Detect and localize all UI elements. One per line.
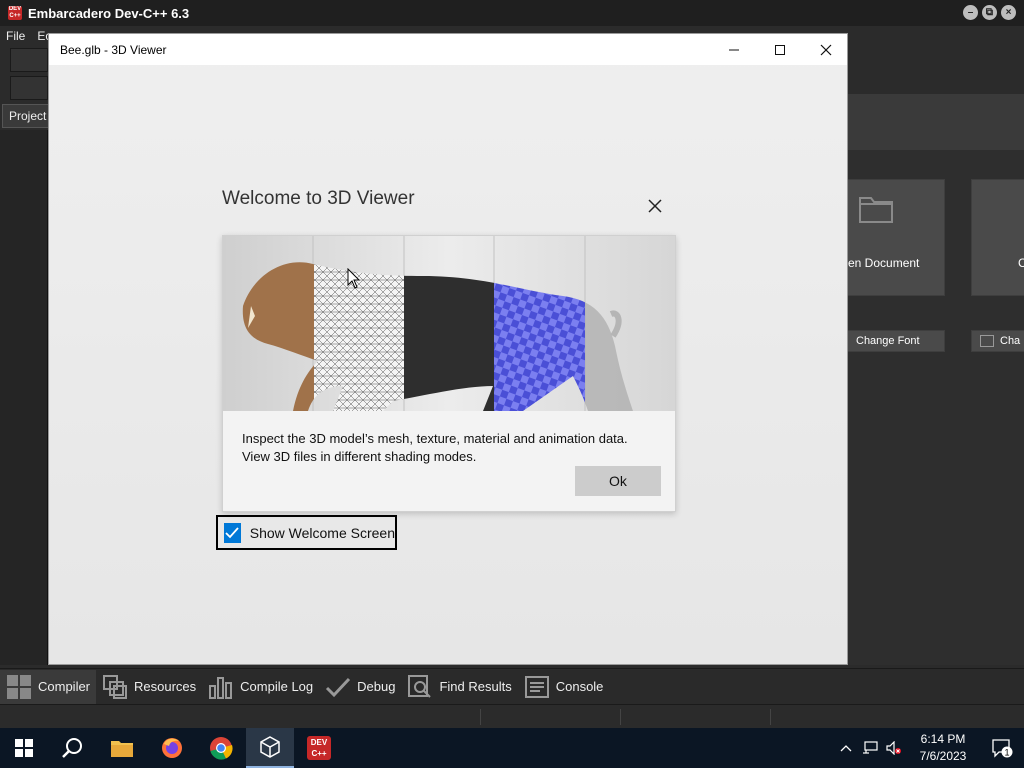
devcpp-icon: DEV C++ [307,736,331,760]
change-font-button[interactable]: Change Font [848,330,945,352]
system-tray: 6:14 PM 7/6/2023 1 [834,728,1024,768]
welcome-page-header [848,94,1024,150]
welcome-close-button[interactable] [644,195,666,217]
viewer-titlebar: Bee.glb - 3D Viewer [49,34,847,65]
find-results-icon [408,674,432,698]
tab-debug[interactable]: Debug [319,670,401,704]
tab-project[interactable]: Project [2,104,50,128]
hero-image [223,236,675,411]
devcpp-titlebar: DEV C++ Embarcadero Dev-C++ 6.3 – ⧉ × [0,0,1024,26]
taskbar-devcpp[interactable]: DEV C++ [295,728,343,768]
menu-file[interactable]: File [0,29,31,43]
devcpp-restore-button[interactable]: ⧉ [982,5,997,20]
taskbar-file-explorer[interactable] [98,728,146,768]
3d-viewer-icon [260,736,280,758]
tab-debug-label: Debug [357,679,396,694]
maximize-icon [775,44,785,55]
second-card-label: C [1018,256,1024,270]
taskbar: DEV C++ 6:14 PM 7/6/2023 1 [0,728,1024,768]
start-button[interactable] [0,728,48,768]
bottom-tabs: Compiler Resources Compile Log Debug Fin… [0,668,1024,704]
console-icon [524,675,549,698]
viewer-minimize-button[interactable] [711,34,757,65]
change-font-label: Change Font [856,335,920,347]
volume-button[interactable] [882,728,906,768]
tab-resources-label: Resources [134,679,197,694]
tab-compile-log[interactable]: Compile Log [202,670,319,704]
cha-label: Cha [1000,335,1021,347]
debug-check-icon [326,677,351,697]
notifications-icon: 1 [992,739,1013,758]
network-button[interactable] [858,728,882,768]
show-hidden-icons-button[interactable] [834,728,858,768]
devcpp-minimize-button[interactable]: – [963,5,978,20]
tab-find-results[interactable]: Find Results [401,670,517,704]
tab-console[interactable]: Console [518,670,610,704]
open-document-card[interactable]: en Document [848,179,945,296]
welcome-title: Welcome to 3D Viewer [222,188,415,209]
notification-count: 1 [1004,748,1009,758]
clock-date: 7/6/2023 [919,749,967,763]
open-document-label: en Document [848,256,920,270]
compile-log-icon [209,676,233,699]
second-action-card[interactable]: C [971,179,1024,296]
file-explorer-icon [111,741,133,757]
devcpp-close-button[interactable]: × [1001,5,1016,20]
show-welcome-label: Show Welcome Screen [249,524,395,541]
taskbar-clock[interactable]: 6:14 PM 7/6/2023 [906,731,980,765]
devcpp-logo: DEV C++ [8,6,22,20]
toolbar-strip [10,48,48,72]
close-icon [820,44,832,55]
welcome-desc-line2: View 3D files in different shading modes… [242,449,477,464]
saber-tooth-cat-illustration [223,236,675,411]
taskbar-chrome[interactable] [197,728,245,768]
viewer-close-button[interactable] [803,34,849,65]
viewer-title: Bee.glb - 3D Viewer [60,42,167,57]
change-theme-button[interactable]: Cha [971,330,1024,352]
search-icon [62,738,82,758]
minimize-icon [729,49,739,50]
compiler-icon [7,674,31,699]
start-icon [15,739,33,757]
devcpp-statusbar [0,704,1024,728]
clock-time: 6:14 PM [920,732,966,746]
taskbar-3d-viewer[interactable] [246,728,294,768]
welcome-description: Inspect the 3D model’s mesh, texture, ma… [242,430,662,466]
tab-console-label: Console [555,679,604,694]
firefox-icon [162,738,182,758]
folder-icon [859,197,893,223]
welcome-card: Inspect the 3D model’s mesh, texture, ma… [222,235,676,512]
viewer-maximize-button[interactable] [757,34,803,65]
devcpp-title: Embarcadero Dev-C++ 6.3 [28,5,190,21]
ok-button[interactable]: Ok [575,466,661,496]
tab-compiler[interactable]: Compiler [0,669,97,704]
theme-icon [980,335,994,348]
search-button[interactable] [48,728,96,768]
checkbox-checked-icon [224,522,241,543]
network-icon [863,741,878,754]
volume-muted-icon [886,741,901,755]
3d-viewer-window: Bee.glb - 3D Viewer Welcome to 3D Viewer [48,33,848,665]
close-icon [648,199,662,213]
tab-resources[interactable]: Resources [96,670,202,704]
welcome-dialog: Welcome to 3D Viewer Inspect the 3D mode… [222,184,676,514]
tab-find-results-label: Find Results [439,679,512,694]
welcome-desc-line1: Inspect the 3D model’s mesh, texture, ma… [242,431,628,446]
mouse-cursor-icon [347,268,361,289]
toolbar-strip [10,76,48,100]
tab-compile-log-label: Compile Log [240,679,314,694]
taskbar-firefox[interactable] [148,728,196,768]
action-center-button[interactable]: 1 [980,728,1024,768]
resources-icon [103,674,128,699]
chrome-icon [210,737,233,760]
chevron-up-icon [840,745,852,752]
show-welcome-checkbox[interactable]: Show Welcome Screen [216,515,397,550]
tab-compiler-label: Compiler [38,679,91,694]
project-panel [0,130,48,665]
